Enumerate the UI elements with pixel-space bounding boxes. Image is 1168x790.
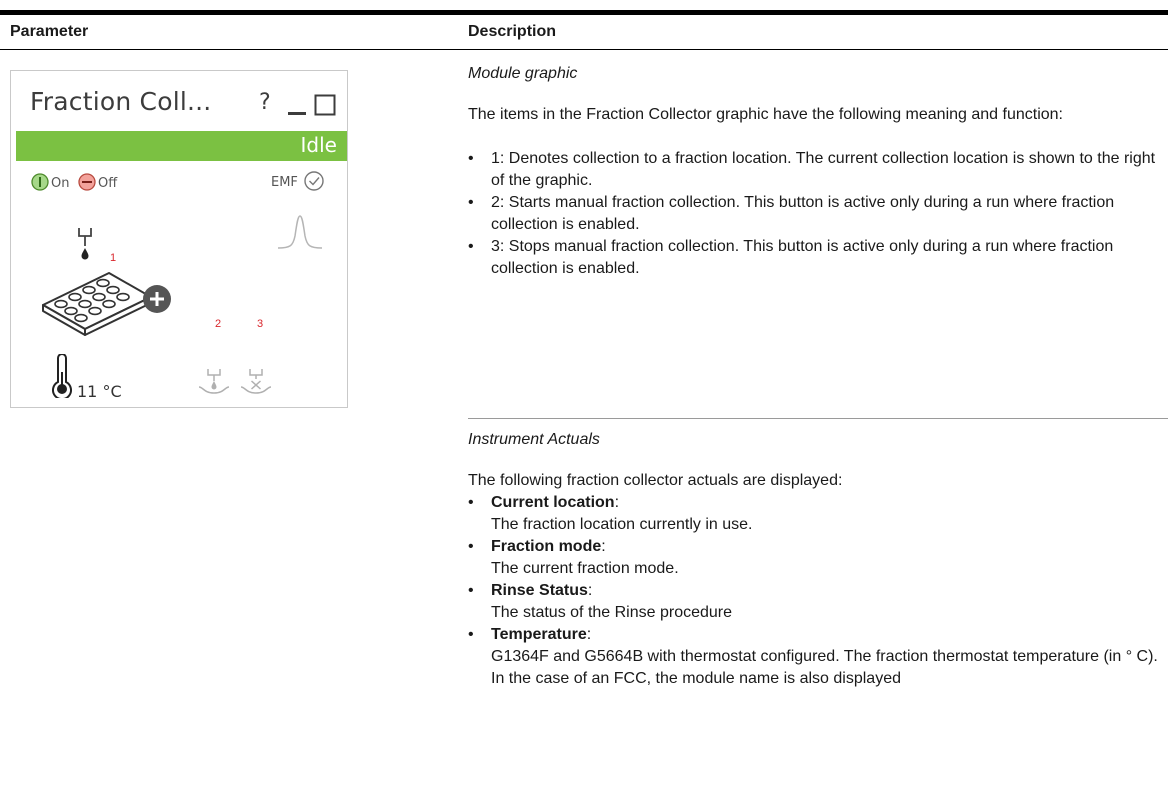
top-rule [0, 10, 1168, 15]
bullet: • [468, 626, 474, 643]
emf-indicator: EMF [271, 171, 324, 191]
on-label: On [51, 176, 69, 191]
off-button[interactable]: Off [78, 173, 118, 191]
instrument-actuals-intro: The following fraction collector actuals… [468, 472, 843, 489]
graphic-item-3: 3: Stops manual fraction collection. Thi… [491, 238, 1114, 277]
marker-1: 1 [110, 252, 117, 264]
graphic-item-1: 1: Denotes collection to a fraction loca… [491, 150, 1156, 189]
section-separator [468, 418, 1168, 419]
maximize-icon[interactable] [314, 94, 336, 116]
bullet: • [468, 150, 474, 167]
header-description: Description [468, 23, 557, 40]
header-rule [0, 49, 1168, 50]
status-text: Idle [300, 133, 337, 157]
bullet: • [468, 238, 474, 255]
bullet: • [468, 538, 474, 555]
graphic-item-2: 2: Starts manual fraction collection. Th… [491, 194, 1115, 233]
actual-desc-fraction-mode: The current fraction mode. [491, 560, 679, 577]
off-label: Off [98, 176, 118, 191]
power-controls: On Off [31, 173, 118, 191]
minimize-icon[interactable] [287, 95, 307, 116]
on-button[interactable]: On [31, 173, 69, 191]
peak-icon [277, 215, 323, 249]
power-on-icon [39, 177, 41, 187]
actual-term-current-location: Current location: [491, 494, 620, 511]
marker-2: 2 [215, 318, 222, 330]
actual-desc-temperature: G1364F and G5664B with thermostat config… [491, 648, 1158, 687]
bullet: • [468, 582, 474, 599]
widget-title: Fraction Coll... [30, 87, 212, 116]
actual-term-rinse-status: Rinse Status: [491, 582, 593, 599]
start-collection-icon[interactable] [197, 367, 231, 397]
bullet: • [468, 194, 474, 211]
emf-label: EMF [271, 175, 298, 190]
fraction-collector-widget: Fraction Coll... ? Idle On Off EMF 1 2 3… [10, 70, 348, 408]
actual-term-temperature: Temperature: [491, 626, 592, 643]
well-plate-icon[interactable] [39, 267, 179, 337]
power-off-icon [82, 181, 92, 183]
needle-drop-icon [78, 228, 92, 260]
instrument-actuals-title: Instrument Actuals [468, 431, 600, 448]
actual-desc-rinse-status: The status of the Rinse procedure [491, 604, 733, 621]
marker-3: 3 [257, 318, 264, 330]
header-parameter: Parameter [10, 23, 89, 40]
temperature-value: 11 °C [77, 382, 122, 401]
actual-desc-current-location: The fraction location currently in use. [491, 516, 753, 533]
help-button[interactable]: ? [259, 90, 271, 115]
thermometer-icon [52, 354, 72, 398]
actual-term-fraction-mode: Fraction mode: [491, 538, 606, 555]
module-graphic-intro: The items in the Fraction Collector grap… [468, 106, 1063, 123]
bullet: • [468, 494, 474, 511]
status-bar: Idle [16, 131, 347, 161]
check-circle-icon [304, 171, 324, 191]
add-icon[interactable] [143, 285, 171, 313]
stop-collection-icon[interactable] [239, 367, 273, 397]
module-graphic-title: Module graphic [468, 65, 578, 82]
